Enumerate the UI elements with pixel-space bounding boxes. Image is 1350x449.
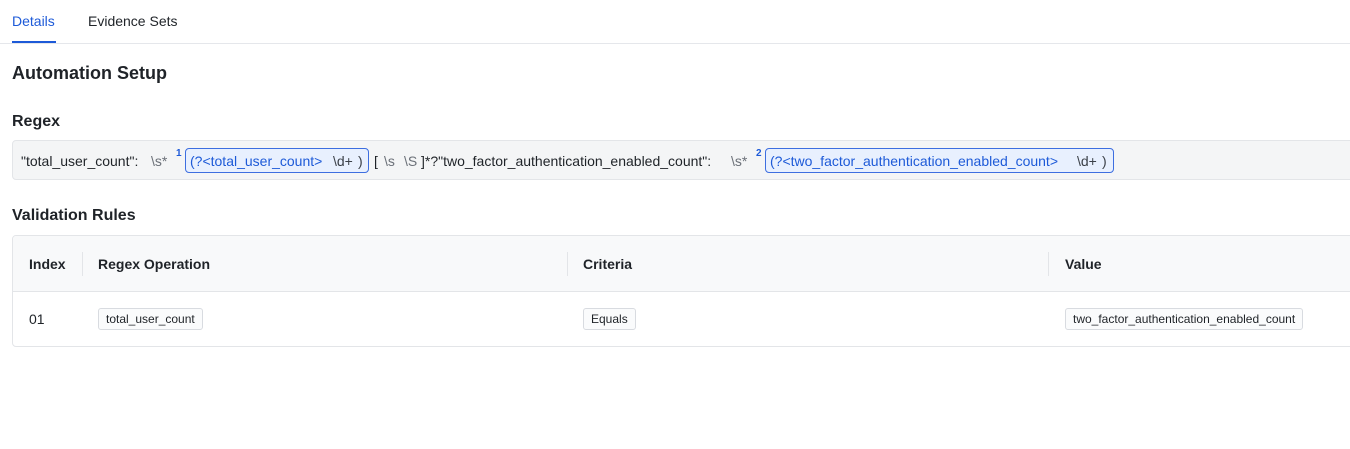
- column-divider: [567, 252, 568, 276]
- table-row: 01 total_user_count Equals two_factor_au…: [13, 292, 1350, 346]
- regex-capture-group-two-factor-count[interactable]: (?<two_factor_authentication_enabled_cou…: [765, 148, 1114, 173]
- column-divider: [1048, 252, 1049, 276]
- column-header-criteria: Criteria: [583, 256, 633, 272]
- column-header-regex-operation: Regex Operation: [98, 256, 211, 272]
- validation-rules-title: Validation Rules: [12, 207, 136, 224]
- value-chip: two_factor_authentication_enabled_count: [1065, 308, 1304, 330]
- regex-display: "total_user_count": \s* 1 (?<total_user_…: [12, 140, 1350, 180]
- regex-class-non-whitespace: \S: [404, 153, 418, 169]
- table-header: Index Regex Operation Criteria Value: [13, 236, 1350, 292]
- regex-group-number: 2: [756, 148, 762, 159]
- regex-class-whitespace: \s: [384, 153, 395, 169]
- regex-section-title: Regex: [12, 113, 61, 130]
- regex-literal-two-factor-count: ]*?"two_factor_authentication_enabled_co…: [421, 153, 712, 169]
- regex-group-name: (?<two_factor_authentication_enabled_cou…: [770, 153, 1058, 169]
- column-divider: [82, 252, 83, 276]
- regex-group-pattern: \d+: [333, 153, 353, 169]
- row-index: 01: [29, 311, 45, 327]
- column-header-value: Value: [1065, 256, 1102, 272]
- regex-group-pattern: \d+: [1077, 153, 1097, 169]
- regex-group-close: ): [358, 153, 363, 169]
- regex-group-name: (?<total_user_count>: [190, 153, 323, 169]
- criteria-chip: Equals: [583, 308, 636, 330]
- tab-evidence-sets[interactable]: Evidence Sets: [88, 13, 178, 29]
- regex-operation-chip: total_user_count: [98, 308, 203, 330]
- active-tab-indicator: [12, 41, 56, 43]
- regex-group-close: ): [1102, 153, 1107, 169]
- validation-rules-table: Index Regex Operation Criteria Value 01 …: [12, 235, 1350, 347]
- regex-literal-total-user-count: "total_user_count":: [21, 153, 139, 169]
- regex-capture-group-total-user-count[interactable]: (?<total_user_count> \d+ ): [185, 148, 369, 173]
- tab-details[interactable]: Details: [12, 13, 55, 29]
- page-title: Automation Setup: [12, 63, 167, 83]
- tab-bar: Details Evidence Sets: [0, 0, 1350, 44]
- regex-group-number: 1: [176, 148, 182, 159]
- column-header-index: Index: [29, 256, 66, 272]
- regex-class-open: [: [374, 153, 378, 169]
- regex-whitespace-token: \s*: [731, 153, 748, 169]
- regex-whitespace-token: \s*: [151, 153, 168, 169]
